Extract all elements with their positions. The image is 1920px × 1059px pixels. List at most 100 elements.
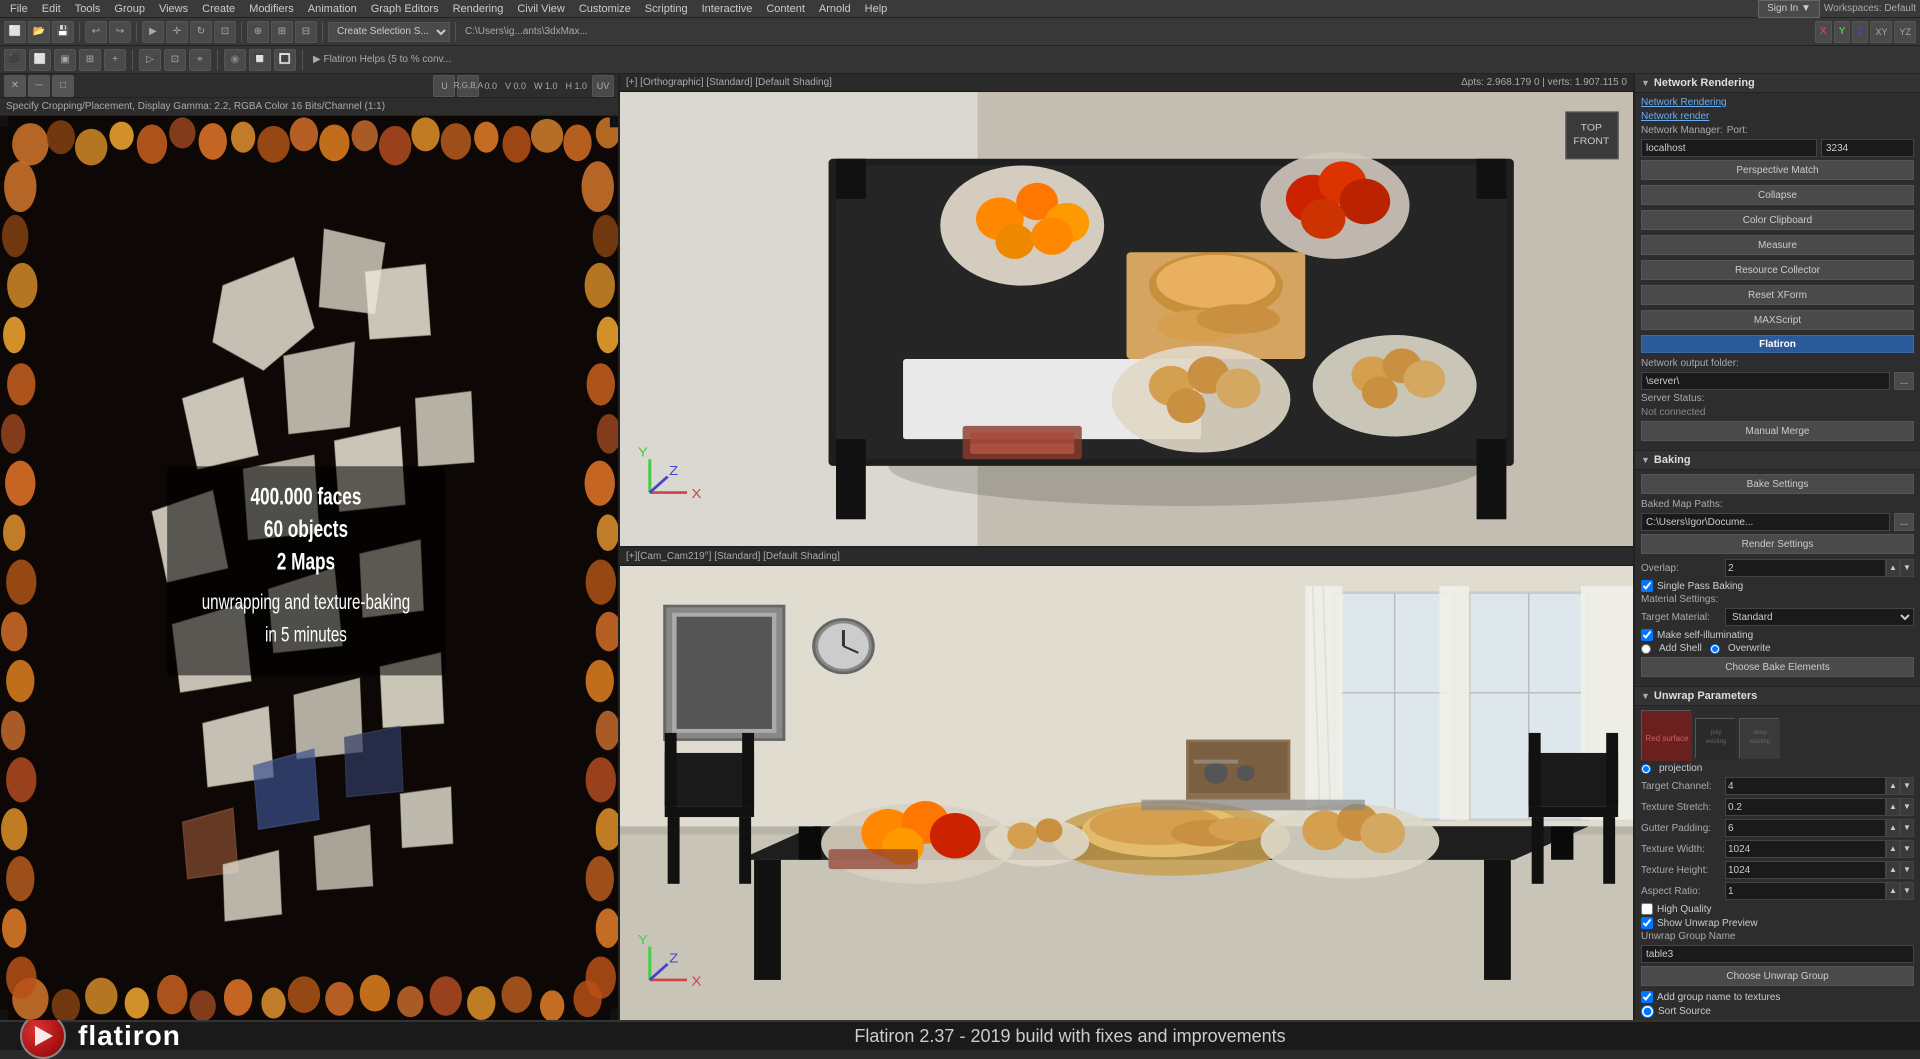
unwrap-header[interactable]: ▼ Unwrap Parameters (1635, 687, 1920, 706)
overwrite-radio[interactable] (1710, 644, 1720, 654)
selection-dropdown[interactable]: Create Selection S... (328, 22, 450, 42)
snap-btn[interactable]: ⊕ (247, 21, 269, 43)
tb2-btn1[interactable]: ⬛ (4, 49, 26, 71)
ts-down[interactable]: ▼ (1900, 798, 1914, 816)
menu-scripting[interactable]: Scripting (639, 2, 694, 16)
tw-down[interactable]: ▼ (1900, 840, 1914, 858)
tc-down[interactable]: ▼ (1900, 777, 1914, 795)
menu-graph-editors[interactable]: Graph Editors (365, 2, 445, 16)
texture-preview-deep[interactable]: deep existing (1739, 718, 1779, 758)
manual-merge-btn[interactable]: Manual Merge (1641, 421, 1914, 441)
network-rendering-header[interactable]: ▼ Network Rendering (1635, 74, 1920, 93)
move-btn[interactable]: ✛ (166, 21, 188, 43)
redo-btn[interactable]: ↪ (109, 21, 131, 43)
th-up[interactable]: ▲ (1886, 861, 1900, 879)
tb2-btn9[interactable]: ◉ (224, 49, 246, 71)
th-down[interactable]: ▼ (1900, 861, 1914, 879)
aspect-input[interactable] (1725, 882, 1886, 900)
nr-host-input[interactable] (1641, 139, 1817, 157)
collapse-btn[interactable]: Collapse (1641, 185, 1914, 205)
tex-width-input[interactable] (1725, 840, 1886, 858)
undo-btn[interactable]: ↩ (85, 21, 107, 43)
uv-viewport[interactable]: 400.000 faces 60 objects 2 Maps unwrappi… (0, 116, 618, 1020)
choose-unwrap-btn[interactable]: Choose Unwrap Group (1641, 966, 1914, 986)
menu-arnold[interactable]: Arnold (813, 2, 857, 16)
tb2-btn5[interactable]: + (104, 49, 126, 71)
tex-stretch-input[interactable] (1725, 798, 1886, 816)
menu-file[interactable]: File (4, 2, 34, 16)
nr-browse-btn[interactable]: ... (1894, 372, 1914, 390)
overlap-up[interactable]: ▲ (1886, 559, 1900, 577)
baked-path-browse[interactable]: ... (1894, 513, 1914, 531)
overlap-input[interactable] (1725, 559, 1886, 577)
select-btn[interactable]: ▶ (142, 21, 164, 43)
xy-axis-btn[interactable]: XY (1870, 21, 1892, 43)
measure-btn[interactable]: Measure (1641, 235, 1914, 255)
baked-path-input[interactable] (1641, 513, 1890, 531)
tb2-btn2[interactable]: ⬜ (29, 49, 51, 71)
gp-up[interactable]: ▲ (1886, 819, 1900, 837)
snap2-btn[interactable]: ⊞ (271, 21, 293, 43)
save-btn[interactable]: 💾 (52, 21, 74, 43)
maxscript-btn[interactable]: MAXScript (1641, 310, 1914, 330)
menu-modifiers[interactable]: Modifiers (243, 2, 300, 16)
menu-rendering[interactable]: Rendering (447, 2, 510, 16)
x-axis-btn[interactable]: X (1815, 21, 1832, 43)
overlap-down[interactable]: ▼ (1900, 559, 1914, 577)
unwrap-group-input[interactable] (1641, 945, 1914, 963)
tw-up[interactable]: ▲ (1886, 840, 1900, 858)
network-rendering-link[interactable]: Network Rendering (1641, 97, 1727, 108)
network-render-link[interactable]: Network render (1641, 111, 1709, 122)
baking-header[interactable]: ▼ Baking (1635, 451, 1920, 470)
add-group-checkbox[interactable] (1641, 991, 1653, 1003)
projection-radio-input[interactable] (1641, 764, 1651, 774)
texture-preview-poly[interactable]: poly existing (1695, 718, 1735, 758)
menu-animation[interactable]: Animation (302, 2, 363, 16)
perspective-match-btn[interactable]: Perspective Match (1641, 160, 1914, 180)
uv-channel-u[interactable]: U (433, 75, 455, 97)
nr-port-input[interactable] (1821, 139, 1914, 157)
scale-btn[interactable]: ⊡ (214, 21, 236, 43)
menu-help[interactable]: Help (859, 2, 894, 16)
uv-min-btn[interactable]: ─ (28, 75, 50, 97)
show-unwrap-checkbox[interactable] (1641, 917, 1653, 929)
ts-up[interactable]: ▲ (1886, 798, 1900, 816)
gp-down[interactable]: ▼ (1900, 819, 1914, 837)
add-shell-radio[interactable] (1641, 644, 1651, 654)
single-pass-checkbox[interactable] (1641, 580, 1653, 592)
ar-down[interactable]: ▼ (1900, 882, 1914, 900)
target-channel-input[interactable] (1725, 777, 1886, 795)
menu-customize[interactable]: Customize (573, 2, 637, 16)
reset-xform-btn[interactable]: Reset XForm (1641, 285, 1914, 305)
uv-channel-rgba[interactable]: R,G,B,A (457, 75, 479, 97)
menu-tools[interactable]: Tools (69, 2, 107, 16)
rotate-btn[interactable]: ↻ (190, 21, 212, 43)
viewport-top-content[interactable]: X Y Z TOP FRONT (620, 92, 1633, 546)
nr-output-input[interactable] (1641, 372, 1890, 390)
tb2-btn3[interactable]: ▣ (54, 49, 76, 71)
resource-collector-btn[interactable]: Resource Collector (1641, 260, 1914, 280)
target-mat-select[interactable]: Standard (1725, 608, 1914, 626)
flatiron-btn[interactable]: Flatiron (1641, 335, 1914, 353)
tex-height-input[interactable] (1725, 861, 1886, 879)
uv-btn-uv[interactable]: UV (592, 75, 614, 97)
new-scene-btn[interactable]: ⬜ (4, 21, 26, 43)
uv-close-btn[interactable]: ✕ (4, 75, 26, 97)
tb2-btn11[interactable]: 🔳 (274, 49, 296, 71)
tb2-btn6[interactable]: ▷ (139, 49, 161, 71)
uv-max-btn[interactable]: □ (52, 75, 74, 97)
color-clipboard-btn[interactable]: Color Clipboard (1641, 210, 1914, 230)
open-btn[interactable]: 📂 (28, 21, 50, 43)
choose-bake-btn[interactable]: Choose Bake Elements (1641, 657, 1914, 677)
signin-button[interactable]: Sign In ▼ (1758, 0, 1820, 18)
tb2-btn10[interactable]: 🔲 (249, 49, 271, 71)
self-illum-checkbox[interactable] (1641, 629, 1653, 641)
gutter-input[interactable] (1725, 819, 1886, 837)
sort-source-radio[interactable] (1641, 1005, 1654, 1018)
high-quality-checkbox[interactable] (1641, 903, 1653, 915)
tb2-btn8[interactable]: ⌖ (189, 49, 211, 71)
bake-settings-btn[interactable]: Bake Settings (1641, 474, 1914, 494)
menu-views[interactable]: Views (153, 2, 194, 16)
z-axis-btn[interactable]: Z (1852, 21, 1868, 43)
menu-create[interactable]: Create (196, 2, 241, 16)
